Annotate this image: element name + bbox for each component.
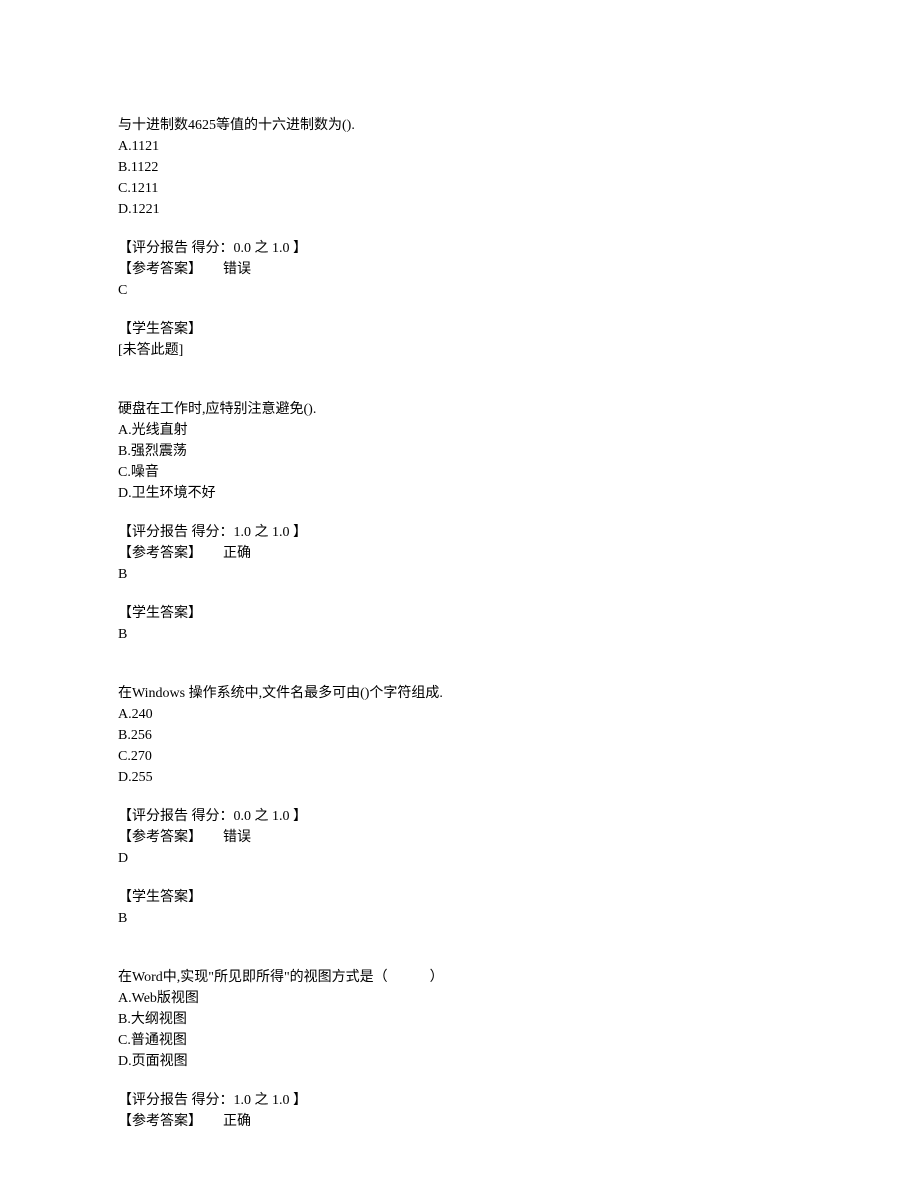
question-stem: 硬盘在工作时,应特别注意避免(). <box>118 399 802 420</box>
reference-answer-line: 【参考答案】 正确 <box>118 543 802 564</box>
option-a: A.光线直射 <box>118 420 802 441</box>
option-c: C.噪音 <box>118 462 802 483</box>
option-c: C.普通视图 <box>118 1030 802 1051</box>
ref-status: 错误 <box>223 830 251 845</box>
ref-status: 正确 <box>223 546 251 561</box>
reference-answer-line: 【参考答案】 错误 <box>118 259 802 280</box>
ref-label: 【参考答案】 <box>118 262 195 277</box>
option-d: D.页面视图 <box>118 1051 802 1072</box>
option-b: B.256 <box>118 725 802 746</box>
question-stem: 在Windows 操作系统中,文件名最多可由()个字符组成. <box>118 683 802 704</box>
option-d: D.1221 <box>118 199 802 220</box>
ref-label: 【参考答案】 <box>118 546 195 561</box>
ref-status: 错误 <box>223 262 251 277</box>
option-b: B.大纲视图 <box>118 1009 802 1030</box>
score-report: 【评分报告 得分：0.0 之 1.0 】 <box>118 238 802 259</box>
option-b: B.强烈震荡 <box>118 441 802 462</box>
option-d: D.卫生环境不好 <box>118 483 802 504</box>
page-content: 与十进制数4625等值的十六进制数为(). A.1121 B.1122 C.12… <box>0 0 920 1191</box>
student-answer-label: 【学生答案】 <box>118 319 802 340</box>
question-stem: 在Word中,实现"所见即所得"的视图方式是（ ） <box>118 967 802 988</box>
reference-answer-line: 【参考答案】 错误 <box>118 827 802 848</box>
option-a: A.1121 <box>118 136 802 157</box>
student-answer-value: B <box>118 624 802 645</box>
student-answer-value: B <box>118 908 802 929</box>
question-1: 与十进制数4625等值的十六进制数为(). A.1121 B.1122 C.12… <box>118 115 802 361</box>
question-stem: 与十进制数4625等值的十六进制数为(). <box>118 115 802 136</box>
ref-label: 【参考答案】 <box>118 830 195 845</box>
reference-answer-line: 【参考答案】 正确 <box>118 1111 802 1132</box>
student-answer-label: 【学生答案】 <box>118 887 802 908</box>
score-report: 【评分报告 得分：0.0 之 1.0 】 <box>118 806 802 827</box>
option-d: D.255 <box>118 767 802 788</box>
option-c: C.270 <box>118 746 802 767</box>
student-answer-value: [未答此题] <box>118 340 802 361</box>
ref-status: 正确 <box>223 1114 251 1129</box>
reference-answer-value: B <box>118 564 802 585</box>
score-report: 【评分报告 得分：1.0 之 1.0 】 <box>118 1090 802 1111</box>
reference-answer-value: D <box>118 848 802 869</box>
option-a: A.Web版视图 <box>118 988 802 1009</box>
option-c: C.1211 <box>118 178 802 199</box>
question-4: 在Word中,实现"所见即所得"的视图方式是（ ） A.Web版视图 B.大纲视… <box>118 967 802 1132</box>
question-3: 在Windows 操作系统中,文件名最多可由()个字符组成. A.240 B.2… <box>118 683 802 929</box>
ref-label: 【参考答案】 <box>118 1114 195 1129</box>
score-report: 【评分报告 得分：1.0 之 1.0 】 <box>118 522 802 543</box>
student-answer-label: 【学生答案】 <box>118 603 802 624</box>
option-b: B.1122 <box>118 157 802 178</box>
reference-answer-value: C <box>118 280 802 301</box>
question-2: 硬盘在工作时,应特别注意避免(). A.光线直射 B.强烈震荡 C.噪音 D.卫… <box>118 399 802 645</box>
option-a: A.240 <box>118 704 802 725</box>
